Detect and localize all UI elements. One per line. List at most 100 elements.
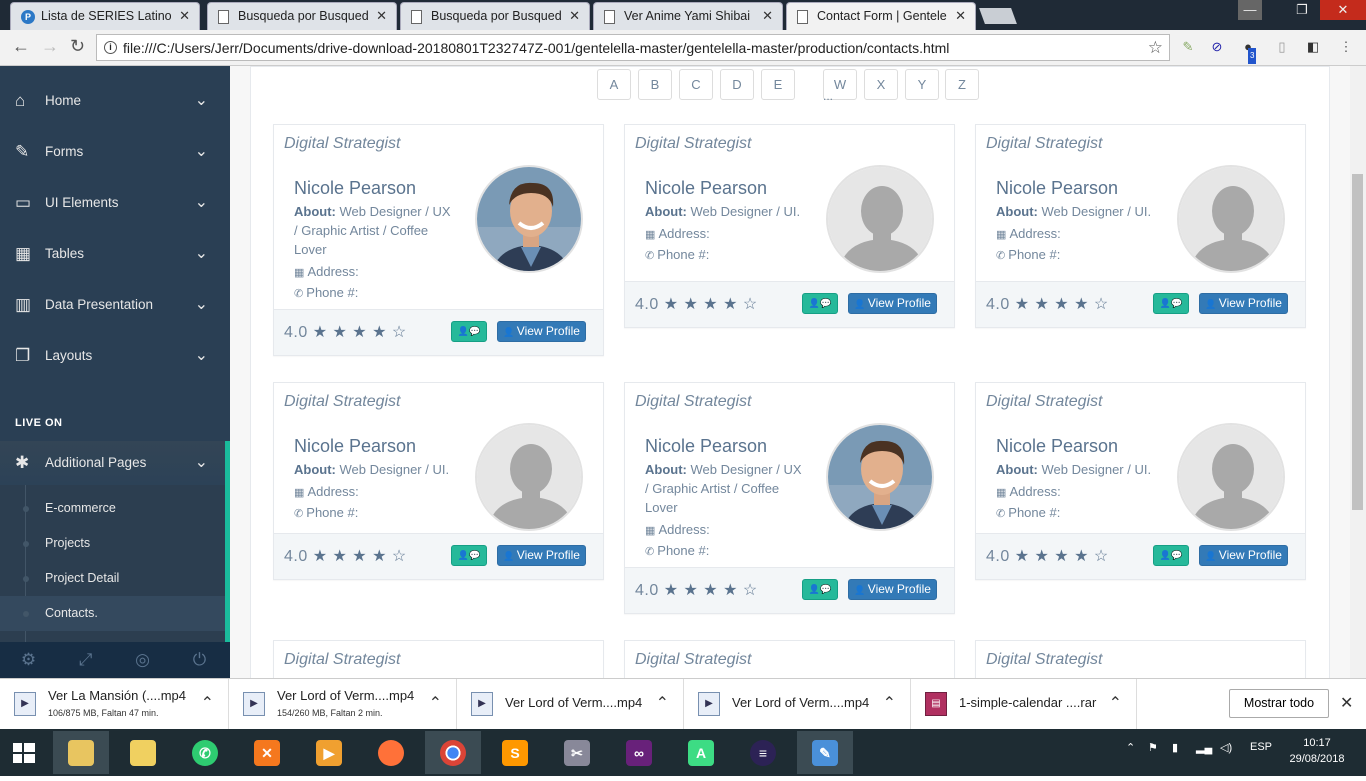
- eyedropper-extension-icon[interactable]: ✎: [1180, 39, 1196, 55]
- view-profile-button[interactable]: 👤 View Profile: [848, 293, 937, 314]
- scrollbar-thumb[interactable]: [1352, 174, 1363, 510]
- message-button[interactable]: 👤💬: [1153, 293, 1189, 314]
- volume-icon[interactable]: ◁): [1220, 741, 1232, 754]
- show-all-downloads-button[interactable]: Mostrar todo: [1229, 689, 1329, 718]
- power-icon[interactable]: ⏻: [171, 650, 228, 670]
- message-button[interactable]: 👤💬: [1153, 545, 1189, 566]
- alphabet-letter-b[interactable]: B: [638, 69, 672, 100]
- message-button[interactable]: 👤💬: [451, 545, 487, 566]
- flag-icon[interactable]: ⚑: [1148, 741, 1158, 754]
- language-indicator[interactable]: ESP: [1250, 741, 1272, 753]
- chrome-icon[interactable]: [425, 731, 481, 774]
- browser-tab[interactable]: P Lista de SERIES Latino, Ca ✕: [10, 2, 200, 30]
- chevron-down-icon: ⌄: [194, 92, 208, 109]
- tools-icon[interactable]: ✂: [549, 731, 605, 774]
- android-studio-icon[interactable]: A: [673, 731, 729, 774]
- forward-icon[interactable]: →: [41, 36, 59, 57]
- browser-tab[interactable]: Busqueda por Busqueda: ✕: [400, 2, 590, 30]
- chevron-up-icon[interactable]: ⌃: [429, 693, 442, 713]
- media-player-icon[interactable]: ▶: [301, 731, 357, 774]
- sidebar-item-additional-pages[interactable]: ✱ Additional Pages ⌄: [0, 441, 230, 485]
- sidebar-subitem-projects[interactable]: Projects: [0, 526, 225, 561]
- alphabet-letter-x[interactable]: X: [864, 69, 898, 100]
- close-tab-icon[interactable]: ✕: [376, 8, 387, 24]
- chevron-up-icon[interactable]: ⌃: [883, 693, 896, 713]
- chevron-up-icon[interactable]: ⌃: [656, 693, 669, 713]
- battery-icon[interactable]: ▮: [1172, 741, 1178, 754]
- chevron-up-icon[interactable]: ⌃: [201, 693, 214, 713]
- alphabet-letter-y[interactable]: Y: [905, 69, 939, 100]
- close-tab-icon[interactable]: ✕: [762, 8, 773, 24]
- visual-studio-icon[interactable]: ∞: [611, 731, 667, 774]
- close-tab-icon[interactable]: ✕: [569, 8, 580, 24]
- windows-start-button[interactable]: [0, 729, 48, 776]
- extension-badge-icon[interactable]: ● 3: [1240, 39, 1257, 64]
- sidebar-item-ui-elements[interactable]: ▭ UI Elements ⌄: [0, 177, 230, 228]
- sidebar-subitem-contacts[interactable]: Contacts.: [0, 596, 225, 631]
- settings-icon[interactable]: ⚙: [0, 650, 57, 670]
- fullscreen-icon[interactable]: ⤢: [57, 650, 114, 670]
- tray-chevron-icon[interactable]: ⌃: [1126, 741, 1135, 754]
- sidebar-item-data-presentation[interactable]: ▥ Data Presentation ⌄: [0, 279, 230, 330]
- file-explorer-icon[interactable]: [53, 731, 109, 774]
- network-icon[interactable]: ▂▄: [1196, 741, 1212, 754]
- close-tab-icon[interactable]: ✕: [955, 8, 966, 24]
- chevron-up-icon[interactable]: ⌃: [1109, 693, 1122, 713]
- lock-eye-icon[interactable]: ◎: [114, 650, 171, 670]
- menu-icon[interactable]: ⋮: [1338, 39, 1354, 55]
- audio-extension-icon[interactable]: ◧: [1305, 39, 1321, 55]
- sidebar-item-home[interactable]: ⌂ Home ⌄: [0, 75, 230, 126]
- view-profile-button[interactable]: 👤 View Profile: [848, 579, 937, 600]
- url-bar[interactable]: i file:///C:/Users/Jerr/Documents/drive-…: [96, 34, 1170, 61]
- view-profile-button[interactable]: 👤 View Profile: [497, 545, 586, 566]
- clock[interactable]: 10:17 29/08/2018: [1282, 735, 1352, 767]
- xampp-icon[interactable]: ✕: [239, 731, 295, 774]
- browser-tab[interactable]: Contact Form | Gentelella ✕: [786, 2, 976, 30]
- maximize-icon[interactable]: ❐: [1290, 0, 1314, 20]
- alphabet-letter-z[interactable]: Z: [945, 69, 979, 100]
- whatsapp-icon[interactable]: ✆: [177, 731, 233, 774]
- sidebar-subitem-project-detail[interactable]: Project Detail: [0, 561, 225, 596]
- pdf-extension-icon[interactable]: ▯: [1274, 39, 1290, 55]
- message-button[interactable]: 👤💬: [451, 321, 487, 342]
- download-item[interactable]: ▶ Ver La Mansión (....mp4 106/875 MB, Falt…: [0, 679, 229, 730]
- alphabet-letter-a[interactable]: A: [597, 69, 631, 100]
- download-item[interactable]: ▤ 1-simple-calendar ....rar ⌃: [911, 679, 1137, 730]
- sidebar-subitem-e-commerce[interactable]: E-commerce: [0, 491, 225, 526]
- message-button[interactable]: 👤💬: [802, 579, 838, 600]
- firefox-icon[interactable]: [363, 731, 419, 774]
- alphabet-letter-e[interactable]: E: [761, 69, 795, 100]
- alphabet-letter-c[interactable]: C: [679, 69, 713, 100]
- sidebar-item-tables[interactable]: ▦ Tables ⌄: [0, 228, 230, 279]
- download-item[interactable]: ▶ Ver Lord of Verm....mp4 154/260 MB, Falt…: [229, 679, 457, 730]
- new-tab-button[interactable]: [979, 8, 1017, 24]
- view-profile-button[interactable]: 👤 View Profile: [1199, 293, 1288, 314]
- download-item[interactable]: ▶ Ver Lord of Verm....mp4 ⌃: [457, 679, 684, 730]
- paint-icon[interactable]: ✎: [797, 731, 853, 774]
- info-icon[interactable]: i: [104, 41, 117, 54]
- photos-icon[interactable]: [115, 731, 171, 774]
- back-icon[interactable]: ←: [12, 36, 30, 57]
- star-filled-icon: ★: [683, 582, 704, 599]
- close-icon[interactable]: ✕: [1340, 693, 1353, 713]
- chevron-down-icon: ⌄: [194, 194, 208, 211]
- view-profile-button[interactable]: 👤 View Profile: [1199, 545, 1288, 566]
- reload-icon[interactable]: ↻: [70, 36, 85, 57]
- block-extension-icon[interactable]: ⊘: [1209, 39, 1225, 55]
- minimize-icon[interactable]: —: [1238, 0, 1262, 20]
- close-window-icon[interactable]: ✕: [1320, 0, 1366, 20]
- sublime-text-icon[interactable]: S: [487, 731, 543, 774]
- view-profile-button[interactable]: 👤 View Profile: [497, 321, 586, 342]
- download-item[interactable]: ▶ Ver Lord of Verm....mp4 ⌃: [684, 679, 911, 730]
- bookmark-star-icon[interactable]: ☆: [1148, 38, 1163, 58]
- sidebar-item-forms[interactable]: ✎ Forms ⌄: [0, 126, 230, 177]
- browser-tab[interactable]: Busqueda por Busqueda: ✕: [207, 2, 397, 30]
- close-tab-icon[interactable]: ✕: [179, 8, 190, 24]
- alphabet-letter-d[interactable]: D: [720, 69, 754, 100]
- eclipse-icon[interactable]: ≡: [735, 731, 791, 774]
- sidebar-item-layouts[interactable]: ❐ Layouts ⌄: [0, 330, 230, 381]
- message-button[interactable]: 👤💬: [802, 293, 838, 314]
- contact-role: Digital Strategist: [986, 393, 1103, 410]
- browser-tab[interactable]: Ver Anime Yami Shibai O ✕: [593, 2, 783, 30]
- contact-info: About: Web Designer / UI. ▦ Address: ✆ Pho…: [294, 460, 454, 524]
